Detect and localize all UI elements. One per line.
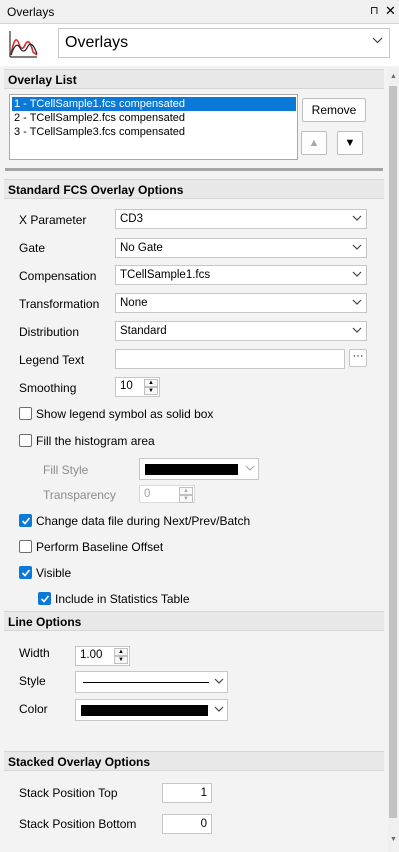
x-parameter-label: X Parameter <box>19 213 87 227</box>
compensation-label: Compensation <box>19 269 97 283</box>
fill-style-swatch <box>145 464 238 475</box>
stack-bottom-label: Stack Position Bottom <box>19 817 137 831</box>
line-width-value: 1.00 <box>80 649 103 661</box>
baseline-offset-label: Perform Baseline Offset <box>36 540 164 554</box>
stepper-down-icon[interactable]: ▼ <box>114 656 128 664</box>
line-style-picker[interactable] <box>75 671 228 693</box>
overlay-listbox[interactable]: 1 - TCellSample1.fcs compensated 2 - TCe… <box>9 94 298 160</box>
chevron-down-icon <box>352 299 362 305</box>
move-up-button[interactable]: ▲ <box>301 131 327 155</box>
stepper-up-icon[interactable]: ▲ <box>179 487 193 495</box>
list-item[interactable]: 2 - TCellSample2.fcs compensated <box>12 111 296 125</box>
fill-histogram-checkbox[interactable] <box>19 434 32 447</box>
chevron-down-icon <box>352 271 362 277</box>
overlay-list-header: Overlay List <box>4 69 384 89</box>
pin-icon[interactable]: ⊓ <box>370 4 379 17</box>
stack-top-label: Stack Position Top <box>19 786 118 800</box>
legend-text-label: Legend Text <box>19 353 85 367</box>
close-icon[interactable]: ✕ <box>385 3 396 19</box>
move-down-button[interactable]: ▼ <box>337 131 363 155</box>
distribution-select[interactable]: Standard <box>115 321 367 341</box>
scroll-down-icon[interactable]: ▼ <box>389 836 398 843</box>
view-select-value: Overlays <box>65 34 129 51</box>
compensation-value: TCellSample1.fcs <box>120 269 211 281</box>
checkmark-icon <box>21 569 31 577</box>
list-item[interactable]: 3 - TCellSample3.fcs compensated <box>12 125 296 139</box>
x-parameter-value: CD3 <box>120 213 144 225</box>
smoothing-value: 10 <box>120 380 133 392</box>
transformation-label: Transformation <box>19 297 100 311</box>
checkmark-icon <box>40 595 50 603</box>
include-stats-label: Include in Statistics Table <box>55 592 190 606</box>
legend-text-input[interactable] <box>115 349 345 369</box>
remove-button[interactable]: Remove <box>302 98 366 122</box>
line-color-picker[interactable] <box>75 699 228 721</box>
line-options-header: Line Options <box>4 611 384 631</box>
transparency-value: 0 <box>144 488 151 500</box>
include-stats-checkbox[interactable] <box>38 592 51 605</box>
transformation-value: None <box>120 297 148 309</box>
visible-checkbox[interactable] <box>19 566 32 579</box>
visible-label: Visible <box>36 566 72 580</box>
transparency-label: Transparency <box>43 488 116 502</box>
view-select[interactable]: Overlays <box>58 28 390 58</box>
list-item[interactable]: 1 - TCellSample1.fcs compensated <box>12 97 296 111</box>
stepper-down-icon[interactable]: ▼ <box>144 387 158 395</box>
chevron-down-icon <box>352 327 362 333</box>
smoothing-stepper[interactable]: 10 ▲ ▼ <box>115 377 160 397</box>
distribution-label: Distribution <box>19 325 80 339</box>
distribution-value: Standard <box>120 325 167 337</box>
transparency-stepper[interactable]: 0 ▲ ▼ <box>139 485 195 503</box>
gate-select[interactable]: No Gate <box>115 238 367 258</box>
chevron-down-icon <box>245 465 255 471</box>
fill-style-picker[interactable] <box>139 458 259 480</box>
line-color-label: Color <box>19 702 48 716</box>
baseline-offset-checkbox[interactable] <box>19 540 32 553</box>
chevron-down-icon <box>214 678 224 684</box>
histogram-overlay-icon <box>9 31 38 58</box>
section-separator <box>5 168 383 171</box>
chevron-down-icon <box>352 244 362 250</box>
gate-label: Gate <box>19 241 46 255</box>
chevron-down-icon <box>352 215 362 221</box>
show-legend-solid-label: Show legend symbol as solid box <box>36 407 214 421</box>
fill-style-label: Fill Style <box>43 463 89 477</box>
legend-text-browse-button[interactable]: ··· <box>349 349 367 367</box>
line-style-swatch <box>83 682 209 683</box>
window-titlebar: Overlays ⊓ ✕ <box>0 0 399 24</box>
line-width-label: Width <box>19 646 50 660</box>
stepper-up-icon[interactable]: ▲ <box>114 648 128 656</box>
stack-bottom-input[interactable]: 0 <box>162 814 212 834</box>
window-title: Overlays <box>7 5 55 19</box>
line-style-label: Style <box>19 674 46 688</box>
stack-top-input[interactable]: 1 <box>162 783 212 803</box>
line-color-swatch <box>81 705 208 716</box>
scrollbar-thumb[interactable] <box>389 86 397 818</box>
change-data-file-checkbox[interactable] <box>19 514 32 527</box>
change-data-file-label: Change data file during Next/Prev/Batch <box>36 514 251 528</box>
compensation-select[interactable]: TCellSample1.fcs <box>115 265 367 285</box>
scroll-up-icon[interactable]: ▲ <box>389 73 398 80</box>
line-width-stepper[interactable]: 1.00 ▲ ▼ <box>75 646 130 666</box>
chevron-down-icon <box>214 706 224 712</box>
show-legend-solid-checkbox[interactable] <box>19 407 32 420</box>
fill-histogram-label: Fill the histogram area <box>36 434 155 448</box>
smoothing-label: Smoothing <box>19 381 77 395</box>
stacked-options-header: Stacked Overlay Options <box>4 751 384 771</box>
stepper-down-icon[interactable]: ▼ <box>179 495 193 503</box>
gate-value: No Gate <box>120 242 163 254</box>
checkmark-icon <box>21 517 31 525</box>
chevron-down-icon <box>372 37 383 44</box>
transformation-select[interactable]: None <box>115 293 367 313</box>
standard-options-header: Standard FCS Overlay Options <box>4 179 384 199</box>
stepper-up-icon[interactable]: ▲ <box>144 379 158 387</box>
x-parameter-select[interactable]: CD3 <box>115 209 367 229</box>
